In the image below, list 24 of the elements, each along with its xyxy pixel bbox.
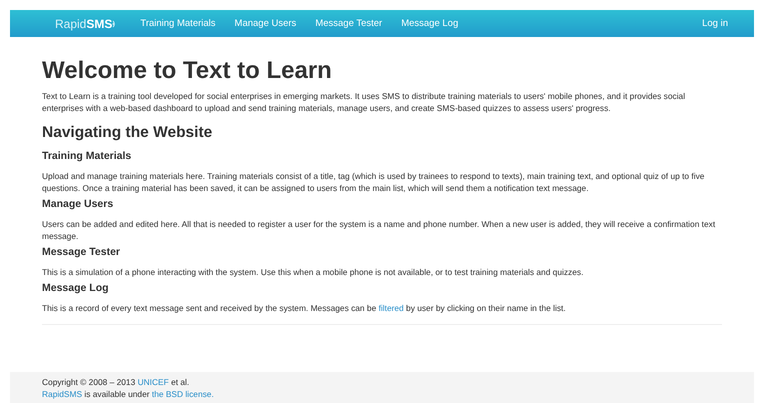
section-title: Navigating the Website: [42, 124, 214, 142]
login-link[interactable]: Log in: [702, 18, 728, 29]
nav-link[interactable]: Message Log: [401, 18, 458, 29]
section-heading: Manage Users: [42, 198, 114, 210]
footer-text: is available under: [83, 388, 151, 398]
nav-link[interactable]: Training Materials: [140, 18, 216, 29]
page-title: Welcome to Text to Learn: [42, 57, 333, 85]
footer-text: et al.: [170, 376, 190, 386]
intro-paragraph: Text to Learn is a training tool developed for social enterprises in emerging markets. It uses SMS to distribute training materials to users' mobile phones, and it provides social enterprises with a web-based dashboard to upload and send training materials, manage users, and create SMS-based quizzes to assess users' progress.: [42, 90, 686, 114]
text-link[interactable]: filtered: [378, 303, 404, 313]
section-heading: Message Tester: [42, 246, 122, 258]
section-paragraph: This is a record of every text message sent and received by the system. Messages can be filtered by user by clicking on their name in the list.: [42, 302, 567, 314]
nav-link[interactable]: Message Tester: [315, 18, 382, 29]
section-paragraph: This is a simulation of a phone interacting with the system. Use this when a mobile phone is not available, or to test training materials and quizzes.: [42, 266, 584, 278]
section-heading: Message Log: [42, 282, 110, 294]
section-paragraph: Users can be added and edited here. All that is needed to register a user for the system is a name and phone number. When a new user is added, they will receive a confirmation text message.: [42, 218, 716, 242]
footer-link[interactable]: UNICEF: [138, 376, 169, 386]
nav-link[interactable]: Manage Users: [234, 18, 296, 29]
logo[interactable]: RapidSMS: [55, 16, 118, 30]
section-heading: Training Materials: [42, 150, 132, 162]
footer-link[interactable]: RapidSMS: [42, 388, 82, 398]
footer-link[interactable]: the BSD license.: [152, 388, 214, 398]
section-paragraph: Upload and manage training materials here. Training materials consist of a title, tag (which is used by trainees to respond to texts), main training text, and optional quiz of up to five questions. Once a training material has been saved, it can be assigned to users from the main list, which will send them a notification text message.: [42, 170, 706, 194]
footer-text: Copyright © 2008 – 2013: [42, 376, 136, 386]
